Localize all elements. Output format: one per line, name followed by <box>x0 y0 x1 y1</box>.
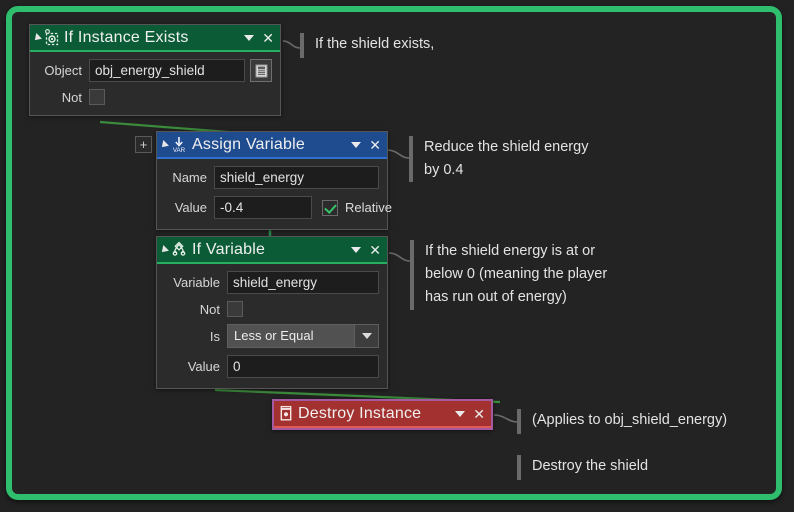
not-checkbox[interactable] <box>227 301 243 317</box>
block-if-instance-exists[interactable]: If Instance Exists ✕ Object obj_energy_s… <box>29 24 281 116</box>
annotation-destroy-shield: Destroy the shield <box>517 455 648 480</box>
instance-exists-icon <box>43 29 60 46</box>
block-title: If Instance Exists <box>64 28 189 46</box>
chevron-down-icon[interactable] <box>455 410 466 417</box>
block-header[interactable]: Destroy Instance ✕ <box>274 401 491 428</box>
annotation-bar <box>517 455 521 480</box>
block-body: Object obj_energy_shield Not <box>30 52 280 115</box>
annotation-if-shield-exists: If the shield exists, <box>300 33 434 58</box>
chevron-down-icon[interactable] <box>351 246 362 253</box>
action-editor-canvas: If Instance Exists ✕ Object obj_energy_s… <box>0 0 794 512</box>
comparison-select[interactable]: Less or Equal <box>227 324 379 348</box>
block-title: Destroy Instance <box>298 404 422 422</box>
block-header[interactable]: VAR Assign Variable ✕ <box>157 132 387 159</box>
block-title: Assign Variable <box>192 135 305 153</box>
comparison-value: Less or Equal <box>227 324 354 348</box>
collapse-triangle-icon[interactable] <box>32 32 42 43</box>
annotation-bar <box>410 240 414 310</box>
field-object[interactable]: Object obj_energy_shield <box>38 59 272 82</box>
block-header[interactable]: If Variable ✕ <box>157 237 387 264</box>
if-variable-icon <box>170 241 188 258</box>
field-label: Not <box>199 301 220 317</box>
close-icon[interactable]: ✕ <box>369 243 381 257</box>
annotation-text: Reduce the shield energy by 0.4 <box>424 139 589 178</box>
field-name[interactable]: Name shield_energy <box>165 166 379 189</box>
field-variable[interactable]: Variable shield_energy <box>165 271 379 294</box>
field-not[interactable]: Not <box>165 301 379 317</box>
annotation-applies-to: (Applies to obj_shield_energy) <box>517 409 727 434</box>
block-assign-variable[interactable]: VAR Assign Variable ✕ Name shield_energy… <box>156 131 392 230</box>
field-label: Not <box>61 89 82 105</box>
block-body: Variable shield_energy Not Is Less or Eq… <box>157 264 387 388</box>
annotation-text: (Applies to obj_shield_energy) <box>532 412 728 428</box>
compare-value-input[interactable]: 0 <box>227 355 379 378</box>
chevron-down-icon[interactable] <box>354 324 379 348</box>
block-if-variable[interactable]: If Variable ✕ Variable shield_energy Not… <box>156 236 388 389</box>
collapse-triangle-icon[interactable] <box>159 139 169 150</box>
field-label: Object <box>44 63 82 78</box>
annotation-bar <box>300 33 304 58</box>
assign-var-icon: VAR <box>170 136 188 153</box>
field-label: Name <box>172 170 207 185</box>
annotation-bar <box>517 409 521 434</box>
annotation-reduce-energy: Reduce the shield energy by 0.4 <box>409 136 588 182</box>
close-icon[interactable]: ✕ <box>262 31 274 45</box>
block-title: If Variable <box>192 240 266 258</box>
variable-name-input[interactable]: shield_energy <box>214 166 379 189</box>
field-label: Value <box>174 200 207 215</box>
block-header[interactable]: If Instance Exists ✕ <box>30 25 280 52</box>
svg-text:VAR: VAR <box>173 147 186 153</box>
annotation-energy-at-or-below-zero: If the shield energy is at or below 0 (m… <box>410 240 607 310</box>
list-menu-icon[interactable] <box>250 59 272 82</box>
field-label: Variable <box>173 275 220 290</box>
field-label: Value <box>187 359 220 374</box>
annotation-text: Destroy the shield <box>532 458 649 474</box>
object-input[interactable]: obj_energy_shield <box>89 59 245 82</box>
annotation-text: If the shield energy is at or below 0 (m… <box>425 243 608 305</box>
relative-checkbox[interactable] <box>322 199 338 216</box>
chevron-down-icon[interactable] <box>351 141 362 148</box>
trash-icon <box>278 405 294 422</box>
block-destroy-instance[interactable]: Destroy Instance ✕ <box>272 399 493 430</box>
close-icon[interactable]: ✕ <box>473 407 485 421</box>
variable-input[interactable]: shield_energy <box>227 271 379 294</box>
annotation-bar <box>409 136 413 182</box>
variable-value-input[interactable]: -0.4 <box>214 196 312 219</box>
relative-label: Relative <box>345 200 392 215</box>
close-icon[interactable]: ✕ <box>369 138 381 152</box>
field-is[interactable]: Is Less or Equal <box>165 324 379 348</box>
not-checkbox[interactable] <box>89 89 105 105</box>
add-action-button[interactable]: + <box>135 136 152 153</box>
field-value[interactable]: Value -0.4 Relative <box>165 196 392 219</box>
annotation-text: If the shield exists, <box>315 36 435 52</box>
block-body: Name shield_energy Value -0.4 Relative <box>157 159 392 229</box>
field-not[interactable]: Not <box>38 89 272 105</box>
field-value[interactable]: Value 0 <box>165 355 379 378</box>
field-label: Is <box>209 328 220 344</box>
chevron-down-icon[interactable] <box>244 34 255 41</box>
collapse-triangle-icon[interactable] <box>159 244 169 255</box>
